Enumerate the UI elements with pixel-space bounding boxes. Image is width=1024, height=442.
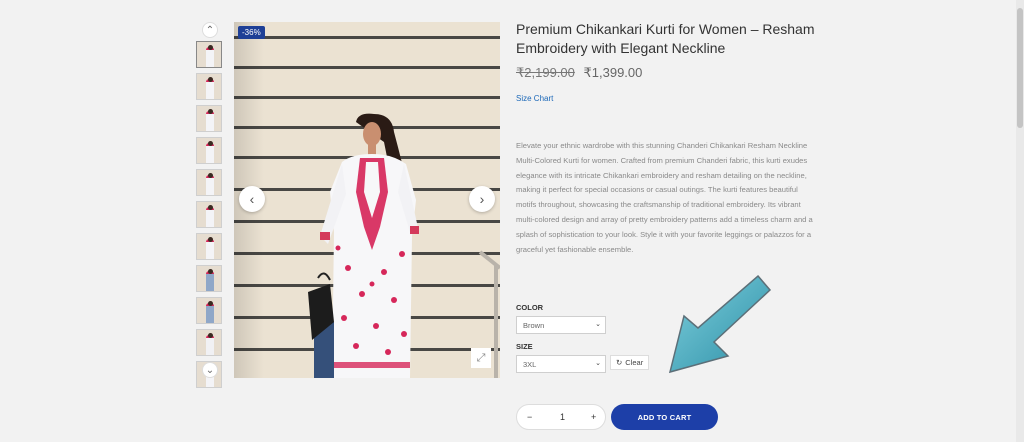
thumbnail-image[interactable] [196, 265, 222, 292]
color-select[interactable]: Brown ⌄ [516, 316, 606, 334]
size-select[interactable]: 3XL ⌄ [516, 355, 606, 373]
thumbnail-head [208, 77, 213, 82]
color-select-value: Brown [523, 321, 545, 330]
chevron-right-icon: › [479, 191, 485, 207]
thumbnail-figure [206, 175, 214, 195]
chevron-down-icon: ⌄ [595, 360, 601, 367]
add-to-cart-label: ADD TO CART [637, 412, 692, 422]
model-figure [308, 113, 500, 378]
thumbnail-image[interactable] [196, 297, 222, 324]
price-row: ₹2,199.00 ₹1,399.00 [516, 65, 642, 81]
chevron-down-icon: ⌄ [595, 321, 601, 328]
main-product-image[interactable]: -36% ‹ › ⤢ [234, 22, 500, 378]
thumbnail-head [208, 237, 213, 242]
thumbnails-up-button[interactable]: ⌃ [202, 22, 218, 38]
color-label: COLOR [516, 303, 544, 312]
thumbnail-head [208, 301, 213, 306]
expand-icon: ⤢ [476, 351, 486, 364]
thumbnail-figure [206, 47, 214, 67]
size-select-value: 3XL [523, 360, 537, 369]
chevron-up-icon: ⌃ [205, 24, 215, 36]
thumbnail-image[interactable] [196, 137, 222, 164]
thumbnail-head [208, 269, 213, 274]
thumbnail-image[interactable] [196, 169, 222, 196]
thumbnail-image[interactable] [196, 41, 222, 68]
reset-icon: ↻ [616, 358, 623, 367]
thumbnail-figure [206, 79, 214, 99]
thumbnail-head [208, 141, 213, 146]
decrement-button[interactable]: − [527, 412, 532, 422]
discount-badge: -36% [238, 26, 265, 39]
product-description: Elevate your ethnic wardrobe with this s… [516, 141, 813, 254]
clear-options-button[interactable]: ↻ Clear [610, 355, 650, 370]
thumbnail-image[interactable] [196, 105, 222, 132]
thumbnail-head [208, 205, 213, 210]
increment-button[interactable]: + [591, 412, 596, 422]
image-prev-button[interactable]: ‹ [239, 186, 265, 212]
clear-label: Clear [625, 358, 644, 367]
thumbnail-head [208, 45, 213, 50]
thumbnail-head [208, 173, 213, 178]
sale-price: ₹1,399.00 [583, 65, 643, 80]
product-title: Premium Chikankari Kurti for Women – Res… [516, 21, 815, 56]
thumbnails-down-button[interactable]: ⌄ [202, 362, 218, 378]
page-scrollbar[interactable] [1016, 0, 1024, 442]
size-label: SIZE [516, 342, 533, 351]
annotation-arrow-icon [668, 274, 772, 374]
image-next-button[interactable]: › [469, 186, 495, 212]
thumbnail-head [208, 333, 213, 338]
thumbnail-head [208, 109, 213, 114]
thumbnail-figure [206, 111, 214, 131]
thumbnail-figure [206, 335, 214, 355]
thumbnail-image[interactable] [196, 329, 222, 356]
quantity-value[interactable]: 1 [560, 412, 565, 422]
add-to-cart-button[interactable]: ADD TO CART [611, 404, 718, 430]
scrollbar-thumb[interactable] [1017, 8, 1023, 128]
thumbnail-figure [206, 239, 214, 259]
thumbnail-figure [206, 143, 214, 163]
thumbnail-image[interactable] [196, 233, 222, 260]
chevron-down-icon: ⌄ [205, 364, 215, 376]
thumbnail-strip: ⌃ ⌄ [196, 22, 224, 388]
thumbnail-figure [206, 207, 214, 227]
thumbnail-figure [206, 271, 214, 291]
chevron-left-icon: ‹ [249, 191, 255, 207]
original-price: ₹2,199.00 [516, 65, 575, 80]
thumbnail-figure [206, 303, 214, 323]
quantity-stepper[interactable]: − 1 + [516, 404, 606, 430]
zoom-button[interactable]: ⤢ [471, 348, 491, 368]
thumbnail-image[interactable] [196, 201, 222, 228]
size-chart-link[interactable]: Size Chart [516, 94, 553, 103]
thumbnail-image[interactable] [196, 73, 222, 100]
